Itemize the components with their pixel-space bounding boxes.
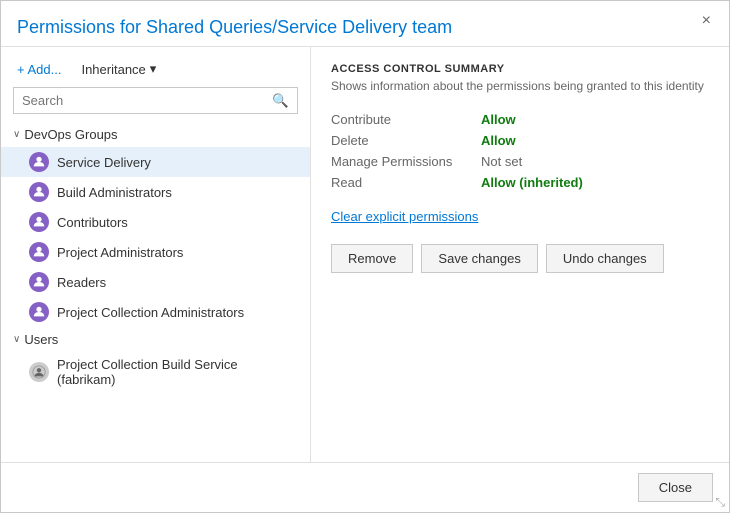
perm-label-delete: Delete xyxy=(331,133,481,148)
perm-value-delete: Allow xyxy=(481,133,516,148)
dialog-header: Permissions for Shared Queries/Service D… xyxy=(1,1,729,47)
perm-label-manage: Manage Permissions xyxy=(331,154,481,169)
users-header[interactable]: ∨ Users xyxy=(1,327,310,352)
search-button[interactable]: 🔍 xyxy=(264,89,297,113)
chevron-down-users-icon: ∨ xyxy=(13,334,20,345)
save-changes-button[interactable]: Save changes xyxy=(421,244,537,273)
build-service-label: Project Collection Build Service (fabrik… xyxy=(57,357,298,387)
users-label: Users xyxy=(24,332,58,347)
dialog-body: + Add... Inheritance ▾ 🔍 ∨ DevOps Groups xyxy=(1,47,729,462)
list-item-build-administrators[interactable]: Build Administrators xyxy=(1,177,310,207)
project-collection-administrators-label: Project Collection Administrators xyxy=(57,305,244,320)
contributors-label: Contributors xyxy=(57,215,128,230)
service-delivery-label: Service Delivery xyxy=(57,155,151,170)
close-footer-button[interactable]: Close xyxy=(638,473,713,502)
list-item-project-collection-administrators[interactable]: Project Collection Administrators xyxy=(1,297,310,327)
perm-value-manage: Not set xyxy=(481,154,522,169)
permissions-dialog: Permissions for Shared Queries/Service D… xyxy=(0,0,730,513)
avatar-readers xyxy=(29,272,49,292)
inheritance-button[interactable]: Inheritance ▾ xyxy=(77,59,160,79)
action-buttons: Remove Save changes Undo changes xyxy=(331,244,709,273)
perm-label-contribute: Contribute xyxy=(331,112,481,127)
avatar-build-service xyxy=(29,362,49,382)
avatar-project-collection-administrators xyxy=(29,302,49,322)
search-box: 🔍 xyxy=(13,87,298,114)
list-item-contributors[interactable]: Contributors xyxy=(1,207,310,237)
perm-value-contribute: Allow xyxy=(481,112,516,127)
search-input[interactable] xyxy=(14,88,264,113)
permissions-table: Contribute Allow Delete Allow Manage Per… xyxy=(331,109,709,193)
list-item-readers[interactable]: Readers xyxy=(1,267,310,297)
undo-changes-button[interactable]: Undo changes xyxy=(546,244,664,273)
project-administrators-label: Project Administrators xyxy=(57,245,183,260)
perm-row-contribute: Contribute Allow xyxy=(331,109,709,130)
list-item-build-service[interactable]: Project Collection Build Service (fabrik… xyxy=(1,352,310,392)
perm-value-read: Allow (inherited) xyxy=(481,175,583,190)
avatar-service-delivery xyxy=(29,152,49,172)
clear-explicit-permissions-link[interactable]: Clear explicit permissions xyxy=(331,209,478,224)
chevron-down-icon: ∨ xyxy=(13,129,20,140)
build-administrators-label: Build Administrators xyxy=(57,185,172,200)
avatar-project-administrators xyxy=(29,242,49,262)
devops-groups-header[interactable]: ∨ DevOps Groups xyxy=(1,122,310,147)
readers-label: Readers xyxy=(57,275,106,290)
devops-groups-label: DevOps Groups xyxy=(24,127,117,142)
inheritance-arrow-icon: ▾ xyxy=(150,61,157,77)
group-list: ∨ DevOps Groups Service Delivery Build A… xyxy=(1,122,310,454)
perm-row-delete: Delete Allow xyxy=(331,130,709,151)
dialog-title: Permissions for Shared Queries/Service D… xyxy=(17,17,689,38)
avatar-build-administrators xyxy=(29,182,49,202)
inheritance-label: Inheritance xyxy=(81,62,145,77)
list-item-project-administrators[interactable]: Project Administrators xyxy=(1,237,310,267)
add-label: + Add... xyxy=(17,62,61,77)
resize-handle[interactable]: ⤡ xyxy=(715,496,725,508)
dialog-footer: Close xyxy=(1,462,729,512)
acs-title: ACCESS CONTROL SUMMARY xyxy=(331,63,709,75)
toolbar: + Add... Inheritance ▾ xyxy=(1,55,310,87)
right-panel: ACCESS CONTROL SUMMARY Shows information… xyxy=(311,47,729,462)
close-x-button[interactable]: × xyxy=(696,11,717,31)
perm-label-read: Read xyxy=(331,175,481,190)
left-panel: + Add... Inheritance ▾ 🔍 ∨ DevOps Groups xyxy=(1,47,311,462)
perm-row-read: Read Allow (inherited) xyxy=(331,172,709,193)
remove-button[interactable]: Remove xyxy=(331,244,413,273)
acs-subtitle: Shows information about the permissions … xyxy=(331,79,709,93)
list-item-service-delivery[interactable]: Service Delivery xyxy=(1,147,310,177)
perm-row-manage: Manage Permissions Not set xyxy=(331,151,709,172)
avatar-contributors xyxy=(29,212,49,232)
add-button[interactable]: + Add... xyxy=(13,60,65,79)
search-icon: 🔍 xyxy=(272,93,289,108)
